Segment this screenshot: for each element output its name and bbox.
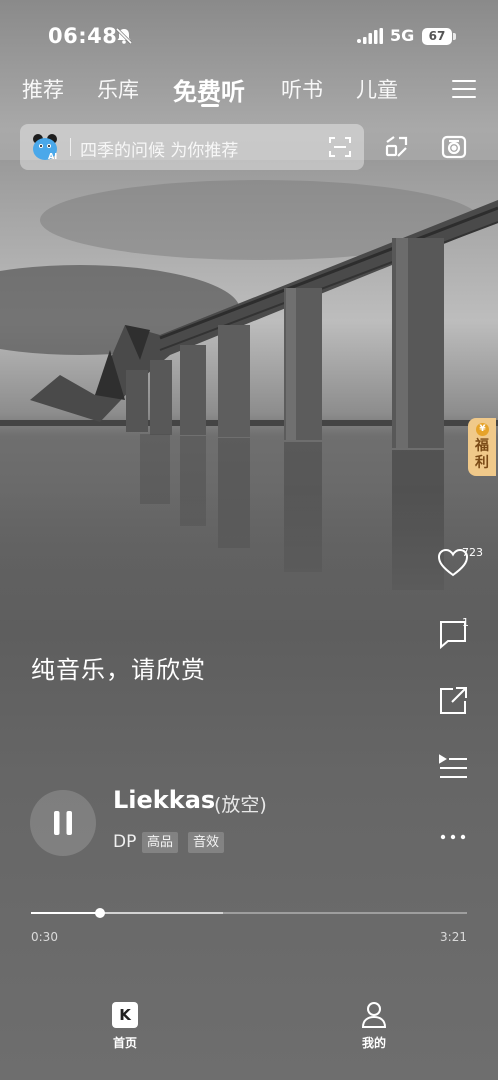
search-input[interactable]: 四季的问候 为你推荐 bbox=[80, 136, 238, 161]
artist-name[interactable]: DP bbox=[113, 832, 136, 852]
scan-icon[interactable] bbox=[328, 135, 352, 159]
battery-level: 67 bbox=[422, 28, 452, 45]
progress-bar[interactable] bbox=[31, 908, 467, 918]
profile-icon bbox=[361, 1002, 387, 1028]
ai-assistant-icon[interactable]: AI bbox=[30, 132, 60, 162]
share-button[interactable] bbox=[436, 684, 476, 724]
active-tab-indicator bbox=[201, 104, 219, 107]
playlist-icon bbox=[439, 754, 467, 778]
pause-icon bbox=[54, 811, 72, 835]
nav-home[interactable]: K 首页 bbox=[95, 1000, 155, 1060]
network-type: 5G bbox=[390, 26, 415, 45]
like-button[interactable]: 723 bbox=[436, 546, 483, 586]
lyric-line: 纯音乐，请欣赏 bbox=[31, 656, 206, 684]
bottom-nav: K 首页 我的 bbox=[0, 990, 498, 1080]
tab-audiobooks[interactable]: 听书 bbox=[281, 74, 323, 104]
tab-free-listen[interactable]: 免费听 bbox=[173, 72, 245, 107]
search-separator bbox=[70, 138, 71, 156]
top-nav: 推荐 乐库 免费听 听书 儿童 bbox=[0, 70, 498, 110]
status-bar: 06:48 5G 67 bbox=[0, 22, 498, 52]
album-artwork bbox=[0, 160, 498, 620]
signal-icon bbox=[357, 28, 383, 44]
tab-library[interactable]: 乐库 bbox=[97, 74, 139, 104]
quality-tag[interactable]: 高品 bbox=[142, 832, 179, 853]
comment-button[interactable]: 1 bbox=[436, 616, 476, 656]
playlist-button[interactable] bbox=[436, 752, 476, 792]
welfare-badge[interactable]: ¥ 福利 bbox=[468, 418, 496, 476]
tab-recommend[interactable]: 推荐 bbox=[22, 74, 64, 104]
player-screen: 06:48 5G 67 推荐 乐库 免费听 听书 儿童 AI 四季的问候 为你推… bbox=[0, 0, 498, 1080]
effect-tag[interactable]: 音效 bbox=[188, 832, 225, 853]
progress-fill bbox=[31, 912, 100, 914]
more-button[interactable] bbox=[436, 820, 476, 860]
search-bar[interactable]: AI 四季的问候 为你推荐 bbox=[20, 124, 364, 170]
menu-icon[interactable] bbox=[452, 78, 476, 100]
tab-kids[interactable]: 儿童 bbox=[356, 74, 398, 104]
ai-badge-text: AI bbox=[48, 152, 57, 161]
nav-home-label: 首页 bbox=[112, 1036, 137, 1050]
total-time: 3:21 bbox=[440, 930, 467, 944]
recognize-icon[interactable] bbox=[384, 134, 410, 160]
current-time: 0:30 bbox=[31, 930, 58, 944]
nav-me[interactable]: 我的 bbox=[344, 1000, 404, 1060]
radio-icon[interactable] bbox=[440, 133, 468, 161]
battery-indicator: 67 bbox=[422, 28, 456, 45]
nav-me-label: 我的 bbox=[361, 1036, 386, 1050]
battery-tip bbox=[453, 33, 456, 40]
comment-count: 1 bbox=[462, 616, 469, 629]
more-icon bbox=[440, 834, 466, 840]
song-subtitle: (放空) bbox=[214, 794, 267, 816]
mute-icon bbox=[115, 27, 133, 45]
status-time: 06:48 bbox=[48, 24, 118, 48]
welfare-label: 福利 bbox=[475, 438, 489, 471]
pause-button[interactable] bbox=[30, 790, 96, 856]
song-title[interactable]: Liekkas bbox=[113, 786, 215, 814]
progress-thumb[interactable] bbox=[94, 908, 105, 918]
like-count: 723 bbox=[462, 546, 483, 559]
coin-icon: ¥ bbox=[476, 423, 489, 436]
home-icon: K bbox=[112, 1002, 138, 1028]
share-icon bbox=[440, 687, 467, 714]
